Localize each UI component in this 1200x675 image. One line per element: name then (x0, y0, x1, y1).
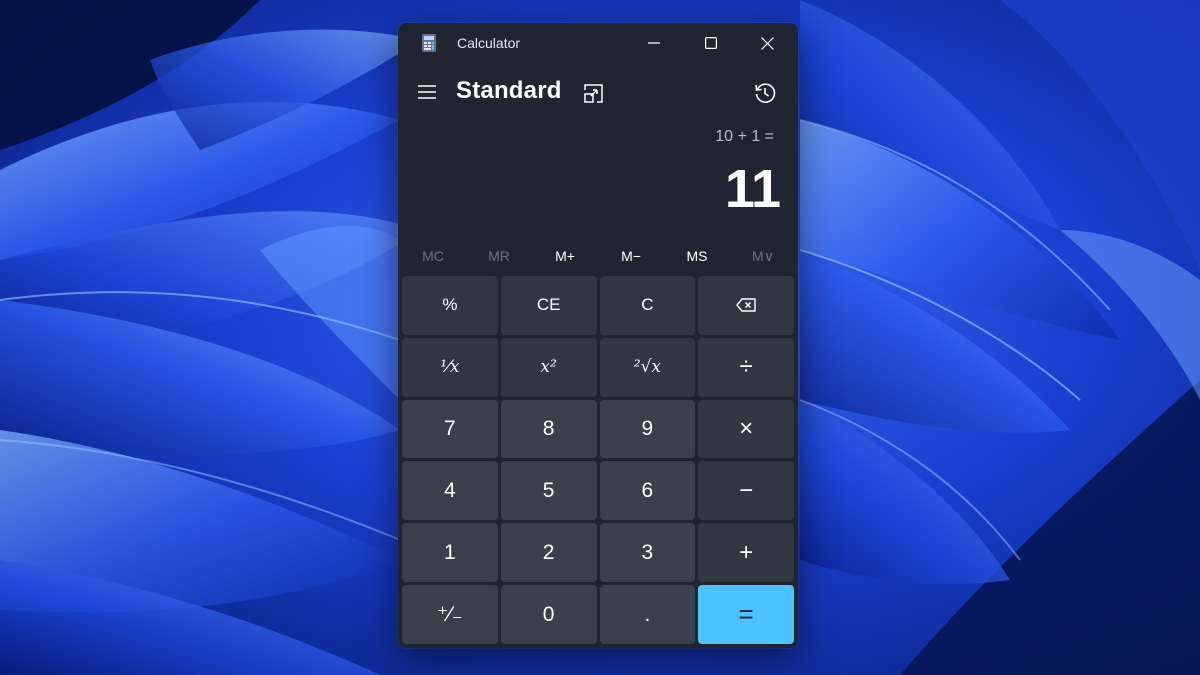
digit-3-button[interactable]: 3 (599, 523, 696, 583)
keypad: % CE C ¹⁄x x² ²√x ÷ 7 8 9 × 4 5 6 − 1 2 … (402, 276, 794, 644)
memory-subtract-button[interactable]: M− (598, 243, 664, 269)
calculator-icon (422, 34, 436, 52)
backspace-icon (736, 298, 756, 313)
keep-on-top-button[interactable] (578, 78, 608, 108)
maximize-icon (704, 37, 717, 49)
mode-title: Standard (456, 77, 562, 104)
memory-store-button[interactable]: MS (664, 243, 730, 269)
title-bar[interactable]: Calculator (398, 23, 798, 63)
digit-6-button[interactable]: 6 (599, 461, 696, 521)
backspace-button[interactable] (698, 276, 794, 335)
memory-recall-button[interactable]: MR (466, 243, 532, 269)
navigation-menu-button[interactable] (412, 77, 442, 107)
window-title: Calculator (457, 35, 521, 51)
square-root-button[interactable]: ²√x (599, 337, 696, 397)
digit-8-button[interactable]: 8 (500, 399, 597, 459)
digit-2-button[interactable]: 2 (500, 523, 597, 583)
memory-add-button[interactable]: M+ (532, 243, 598, 269)
clear-entry-button[interactable]: CE (500, 276, 597, 335)
minus-button[interactable]: − (698, 461, 794, 521)
minimize-button[interactable] (625, 23, 682, 63)
maximize-button[interactable] (682, 23, 739, 63)
plus-button[interactable]: + (698, 523, 794, 583)
square-button[interactable]: x² (500, 337, 597, 397)
memory-row: MC MR M+ M− MS M∨ (400, 243, 796, 269)
decimal-button[interactable]: . (599, 585, 696, 644)
history-button[interactable] (750, 78, 780, 108)
expression-display: 10 + 1 = (715, 128, 774, 145)
digit-0-button[interactable]: 0 (500, 585, 597, 644)
history-icon (755, 83, 776, 103)
hamburger-menu-icon (418, 85, 436, 99)
divide-button[interactable]: ÷ (698, 337, 794, 397)
keep-on-top-icon (583, 83, 603, 103)
close-icon (761, 36, 774, 50)
digit-9-button[interactable]: 9 (599, 399, 696, 459)
multiply-button[interactable]: × (698, 399, 794, 459)
clear-button[interactable]: C (599, 276, 696, 335)
percent-button[interactable]: % (402, 276, 498, 335)
close-button[interactable] (739, 23, 796, 63)
digit-5-button[interactable]: 5 (500, 461, 597, 521)
memory-list-button[interactable]: M∨ (730, 243, 796, 269)
memory-clear-button[interactable]: MC (400, 243, 466, 269)
calculator-window: Calculator Standard 10 + 1 = 11 MC MR M+… (398, 23, 798, 648)
equals-button[interactable]: = (698, 585, 794, 644)
minimize-icon (647, 42, 660, 44)
digit-7-button[interactable]: 7 (402, 399, 498, 459)
reciprocal-button[interactable]: ¹⁄x (402, 337, 498, 397)
digit-1-button[interactable]: 1 (402, 523, 498, 583)
digit-4-button[interactable]: 4 (402, 461, 498, 521)
result-display: 11 (724, 159, 781, 219)
negate-button[interactable]: ⁺⁄₋ (402, 585, 498, 644)
